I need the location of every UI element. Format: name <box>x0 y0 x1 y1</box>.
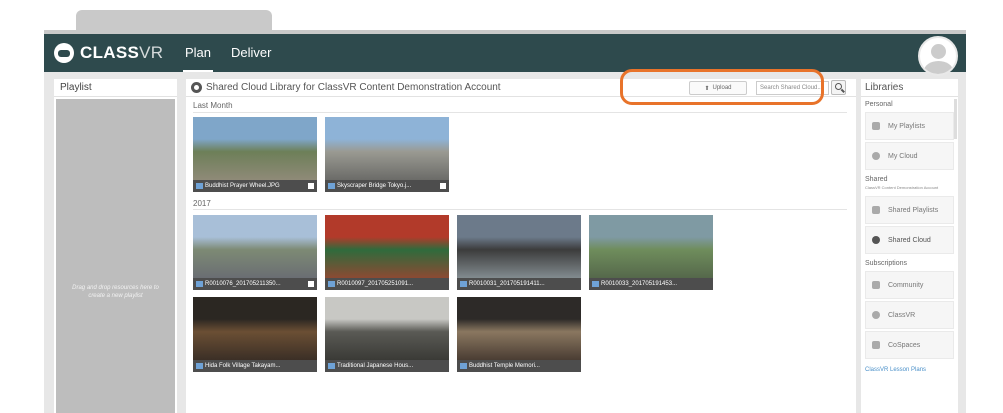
panorama-thumbnail <box>457 297 581 360</box>
main-nav: Plan Deliver <box>183 34 274 72</box>
library-header: Shared Cloud Library for ClassVR Content… <box>186 79 856 97</box>
panorama-thumbnail <box>325 215 449 278</box>
section-label-last-month: Last Month <box>193 101 233 110</box>
library-item-label: Shared Cloud <box>888 236 931 244</box>
search-input[interactable]: Search Shared Cloud... <box>756 81 829 95</box>
library-content-panel: Shared Cloud Library for ClassVR Content… <box>186 79 856 413</box>
library-item-label: My Cloud <box>888 152 918 160</box>
user-avatar[interactable] <box>918 36 958 76</box>
cospaces-icon <box>872 341 880 349</box>
library-item-label: Community <box>888 281 924 289</box>
playlist-panel: Playlist Drag and drop resources here to… <box>54 79 177 413</box>
shared-label: Shared <box>865 176 888 183</box>
avatar-head <box>931 44 946 59</box>
image-icon <box>196 183 203 189</box>
image-icon <box>328 183 335 189</box>
library-my-cloud[interactable]: My Cloud <box>865 142 954 170</box>
media-caption: R0010031_201705191411... <box>457 278 581 290</box>
subscriptions-label: Subscriptions <box>865 260 908 267</box>
community-icon <box>872 281 880 289</box>
library-item-label: My Playlists <box>888 122 925 130</box>
playlist-hint: Drag and drop resources here to create a… <box>72 285 159 299</box>
libraries-panel: Libraries Personal My Playlists My Cloud… <box>861 79 958 413</box>
library-title: Shared Cloud Library for ClassVR Content… <box>206 82 501 93</box>
panorama-thumbnail <box>325 117 449 180</box>
nav-plan[interactable]: Plan <box>183 34 214 72</box>
media-caption: Buddhist Prayer Wheel.JPG <box>193 180 317 192</box>
media-tile[interactable]: Traditional Japanese Hous... <box>325 297 449 372</box>
add-to-playlist-icon[interactable] <box>308 281 314 287</box>
add-to-playlist-icon[interactable] <box>440 183 446 189</box>
panorama-thumbnail <box>193 215 317 278</box>
media-tile[interactable]: Hida Folk Village Takayam... <box>193 297 317 372</box>
media-tile[interactable]: R0010031_201705191411... <box>457 215 581 290</box>
library-item-label: CoSpaces <box>888 341 921 349</box>
nav-deliver[interactable]: Deliver <box>229 34 273 72</box>
image-icon <box>196 363 203 369</box>
panorama-thumbnail <box>193 117 317 180</box>
classvr-icon <box>872 311 880 319</box>
media-tile[interactable]: Buddhist Prayer Wheel.JPG <box>193 117 317 192</box>
libraries-scrollbar[interactable] <box>954 99 957 139</box>
media-tile[interactable]: Buddhist Temple Memori... <box>457 297 581 372</box>
library-item-label: Shared Playlists <box>888 206 939 214</box>
image-icon <box>196 281 203 287</box>
library-my-playlists[interactable]: My Playlists <box>865 112 954 140</box>
media-caption: Traditional Japanese Hous... <box>325 360 449 372</box>
libraries-title: Libraries <box>861 79 958 97</box>
playlist-drop-zone[interactable]: Drag and drop resources here to create a… <box>56 99 175 413</box>
library-shared-cloud[interactable]: Shared Cloud <box>865 226 954 254</box>
search-button[interactable] <box>831 80 846 95</box>
shared-account-name: ClassVR Content Demonstration Account <box>865 185 939 190</box>
add-to-playlist-icon[interactable] <box>308 183 314 189</box>
library-shared-playlists[interactable]: Shared Playlists <box>865 196 954 224</box>
shared-cloud-icon <box>191 82 202 93</box>
brand-name: CLASSVR <box>80 43 164 62</box>
media-caption: R0010033_201705191453... <box>589 278 713 290</box>
media-tile[interactable]: R0010097_201705251091... <box>325 215 449 290</box>
section-label-2017: 2017 <box>193 199 211 208</box>
upload-icon: ⬆ <box>704 85 710 92</box>
image-icon <box>592 281 599 287</box>
lesson-plans-link[interactable]: ClassVR Lesson Plans <box>861 361 958 379</box>
image-icon <box>328 281 335 287</box>
media-caption: R0010097_201705251091... <box>325 278 449 290</box>
media-caption: Buddhist Temple Memori... <box>457 360 581 372</box>
playlist-icon <box>872 122 880 130</box>
shared-cloud-icon <box>872 236 880 244</box>
search-icon <box>835 83 842 90</box>
playlist-icon <box>872 206 880 214</box>
media-tile[interactable]: Skyscraper Bridge Tokyo.j... <box>325 117 449 192</box>
image-icon <box>460 363 467 369</box>
media-tile[interactable]: R0010033_201705191453... <box>589 215 713 290</box>
media-caption: Skyscraper Bridge Tokyo.j... <box>325 180 449 192</box>
upload-label: Upload <box>712 85 732 91</box>
section-divider <box>193 112 847 113</box>
playlist-title: Playlist <box>54 79 177 97</box>
library-cospaces[interactable]: CoSpaces <box>865 331 954 359</box>
classvr-app: CLASSVR Plan Deliver Playlist Drag and d… <box>44 34 966 413</box>
library-community[interactable]: Community <box>865 271 954 299</box>
brand-logo[interactable]: CLASSVR <box>54 43 163 63</box>
media-caption: Hida Folk Village Takayam... <box>193 360 317 372</box>
media-caption: R0010076_201705211350... <box>193 278 317 290</box>
panorama-thumbnail <box>193 297 317 360</box>
upload-button[interactable]: ⬆ Upload <box>689 81 747 95</box>
vr-headset-icon <box>54 43 74 63</box>
library-item-label: ClassVR <box>888 311 916 319</box>
image-icon <box>328 363 335 369</box>
top-nav-bar: CLASSVR Plan Deliver <box>44 34 966 76</box>
panorama-thumbnail <box>325 297 449 360</box>
panorama-thumbnail <box>589 215 713 278</box>
section-divider <box>193 209 847 210</box>
media-tile[interactable]: R0010076_201705211350... <box>193 215 317 290</box>
image-icon <box>460 281 467 287</box>
library-classvr[interactable]: ClassVR <box>865 301 954 329</box>
avatar-body <box>924 61 953 74</box>
panorama-thumbnail <box>457 215 581 278</box>
personal-label: Personal <box>865 101 893 108</box>
cloud-icon <box>872 152 880 160</box>
